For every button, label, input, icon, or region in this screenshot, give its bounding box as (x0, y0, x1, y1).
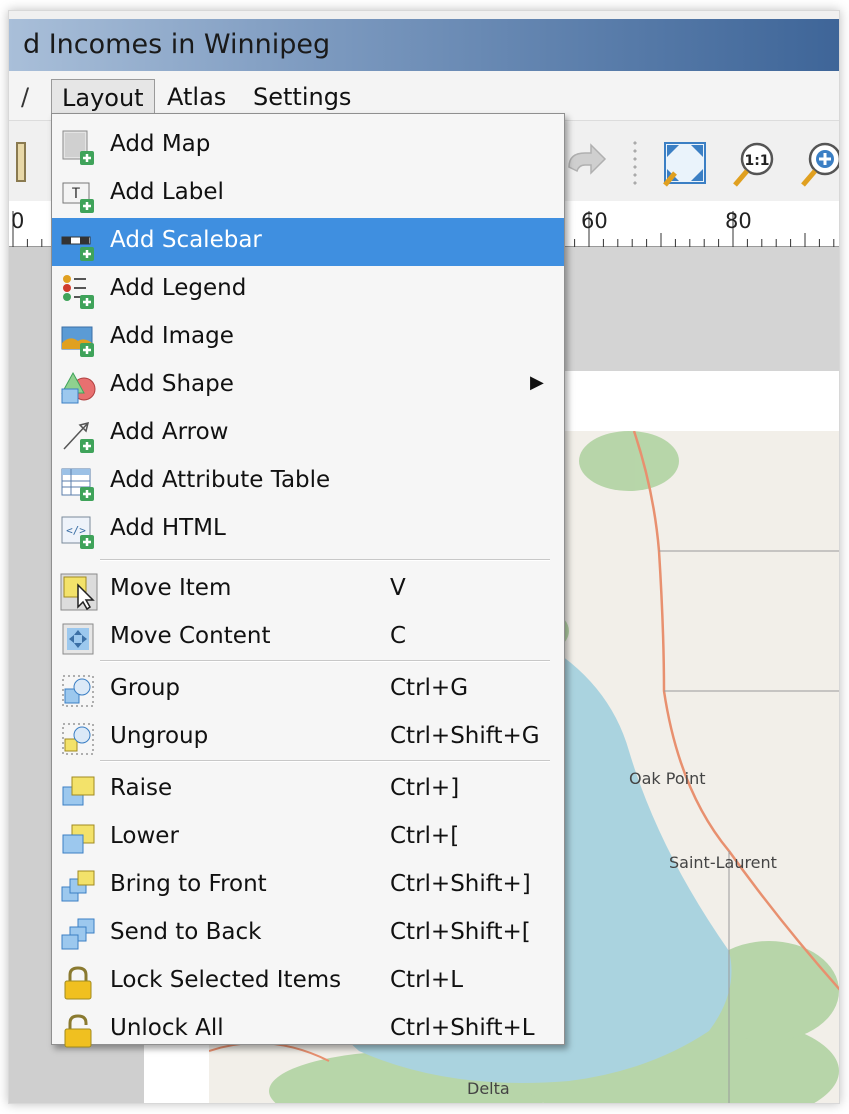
menu-item-shortcut: Ctrl+Shift+] (390, 871, 531, 897)
menu-item-add-arrow[interactable]: Add Arrow (52, 410, 564, 458)
menu-item-bring-to-front[interactable]: Bring to Front Ctrl+Shift+] (52, 862, 564, 910)
menubar-item-atlas[interactable]: Atlas (167, 79, 226, 115)
lower-icon (62, 824, 95, 854)
menu-item-shortcut: Ctrl+] (390, 775, 460, 801)
menu-item-label: Add Attribute Table (110, 467, 331, 493)
menu-item-send-to-back[interactable]: Send to Back Ctrl+Shift+[ (52, 910, 564, 958)
add-attribute-table-icon (61, 468, 94, 501)
svg-text:1:1: 1:1 (744, 153, 769, 169)
menu-item-label: Move Content (110, 623, 271, 649)
layout-menu: Add Map T Add Label Add Scalebar Add Leg… (51, 113, 565, 1048)
menu-item-label: Lock Selected Items (110, 967, 342, 993)
menu-item-add-image[interactable]: Add Image (52, 314, 564, 362)
unlock-icon (64, 1014, 92, 1048)
menu-item-label: Ungroup (110, 723, 209, 749)
ungroup-icon (62, 723, 94, 755)
menu-item-shortcut: Ctrl+L (390, 967, 464, 993)
add-legend-icon (63, 275, 94, 309)
send-to-back-icon (61, 918, 95, 950)
menu-item-shortcut: Ctrl+Shift+L (390, 1015, 535, 1041)
ruler-label: 60 (581, 209, 608, 233)
menu-item-add-attribute-table[interactable]: Add Attribute Table (52, 458, 564, 506)
menu-item-add-html[interactable]: </> Add HTML (52, 506, 564, 554)
toolbar-grip[interactable] (631, 139, 639, 189)
add-scalebar-icon (61, 236, 94, 261)
menu-item-label: Add Arrow (110, 419, 229, 445)
submenu-arrow-icon: ▶ (530, 372, 544, 393)
menu-item-add-label[interactable]: T Add Label (52, 170, 564, 218)
move-item-icon (60, 573, 98, 611)
menu-separator (100, 559, 550, 561)
add-shape-icon (61, 371, 96, 404)
menu-item-add-legend[interactable]: Add Legend (52, 266, 564, 314)
add-map-icon (62, 130, 94, 165)
menubar-item-layout[interactable]: Layout (51, 79, 155, 115)
menu-item-shortcut: Ctrl+Shift+[ (390, 919, 531, 945)
menu-item-unlock-all[interactable]: Unlock All Ctrl+Shift+L (52, 1006, 564, 1054)
menu-item-shortcut: Ctrl+Shift+G (390, 723, 540, 749)
menu-item-move-content[interactable]: Move Content C (52, 614, 564, 662)
zoom-actual-icon[interactable]: 1:1 (727, 137, 779, 189)
group-icon (62, 675, 94, 707)
svg-text:T: T (72, 186, 81, 202)
menu-item-label: Add Map (110, 131, 211, 157)
menu-item-add-map[interactable]: Add Map (52, 122, 564, 170)
add-html-icon: </> (61, 516, 94, 549)
menu-item-shortcut: C (390, 623, 407, 649)
raise-icon (62, 776, 95, 806)
menu-item-move-item[interactable]: Move Item V (52, 566, 564, 614)
lock-icon (64, 966, 92, 1000)
app-window: d Incomes in Winnipeg / Layout Atlas Set… (8, 10, 840, 1104)
title-bar: d Incomes in Winnipeg (9, 19, 839, 71)
zoom-full-icon[interactable] (659, 137, 711, 189)
map-place-label: Saint-Laurent (669, 853, 777, 872)
add-image-icon (61, 326, 94, 357)
menu-item-raise[interactable]: Raise Ctrl+] (52, 766, 564, 814)
menu-item-label: Add Shape (110, 371, 234, 397)
menu-item-label: Add Scalebar (110, 227, 262, 253)
menu-item-add-scalebar[interactable]: Add Scalebar (52, 218, 564, 266)
menu-separator (100, 660, 550, 662)
menu-item-label: Add Legend (110, 275, 247, 301)
menu-item-label: Send to Back (110, 919, 262, 945)
redo-icon[interactable] (559, 137, 611, 189)
move-content-icon (62, 623, 94, 655)
menu-item-add-shape[interactable]: Add Shape ▶ (52, 362, 564, 410)
menu-item-label: Group (110, 675, 181, 701)
menu-item-lower[interactable]: Lower Ctrl+[ (52, 814, 564, 862)
menu-item-label: Add Image (110, 323, 234, 349)
add-label-icon: T (62, 182, 94, 213)
map-place-label: Oak Point (629, 769, 706, 788)
menubar-item-view[interactable]: / (21, 79, 29, 115)
menu-item-label: Add Label (110, 179, 224, 205)
map-place-label: Delta (467, 1079, 510, 1098)
menu-item-label: Lower (110, 823, 179, 849)
zoom-in-icon[interactable] (795, 137, 840, 189)
menu-item-ungroup[interactable]: Ungroup Ctrl+Shift+G (52, 714, 564, 762)
menu-item-label: Raise (110, 775, 173, 801)
menu-item-label: Unlock All (110, 1015, 224, 1041)
menu-item-group[interactable]: Group Ctrl+G (52, 666, 564, 714)
menu-item-label: Add HTML (110, 515, 226, 541)
add-arrow-icon (63, 421, 94, 453)
menu-separator (100, 760, 550, 762)
menu-item-label: Move Item (110, 575, 232, 601)
menu-item-label: Bring to Front (110, 871, 267, 897)
menu-item-shortcut: Ctrl+G (390, 675, 469, 701)
ruler-label: 0 (11, 209, 25, 233)
menu-item-shortcut: Ctrl+[ (390, 823, 460, 849)
window-title: d Incomes in Winnipeg (23, 29, 331, 60)
menu-item-lock-selected-items[interactable]: Lock Selected Items Ctrl+L (52, 958, 564, 1006)
menu-item-shortcut: V (390, 575, 406, 601)
bring-to-front-icon (61, 870, 95, 902)
menubar-item-settings[interactable]: Settings (253, 79, 351, 115)
pan-tool-icon[interactable] (8, 137, 49, 189)
ruler-label: 80 (725, 209, 752, 233)
